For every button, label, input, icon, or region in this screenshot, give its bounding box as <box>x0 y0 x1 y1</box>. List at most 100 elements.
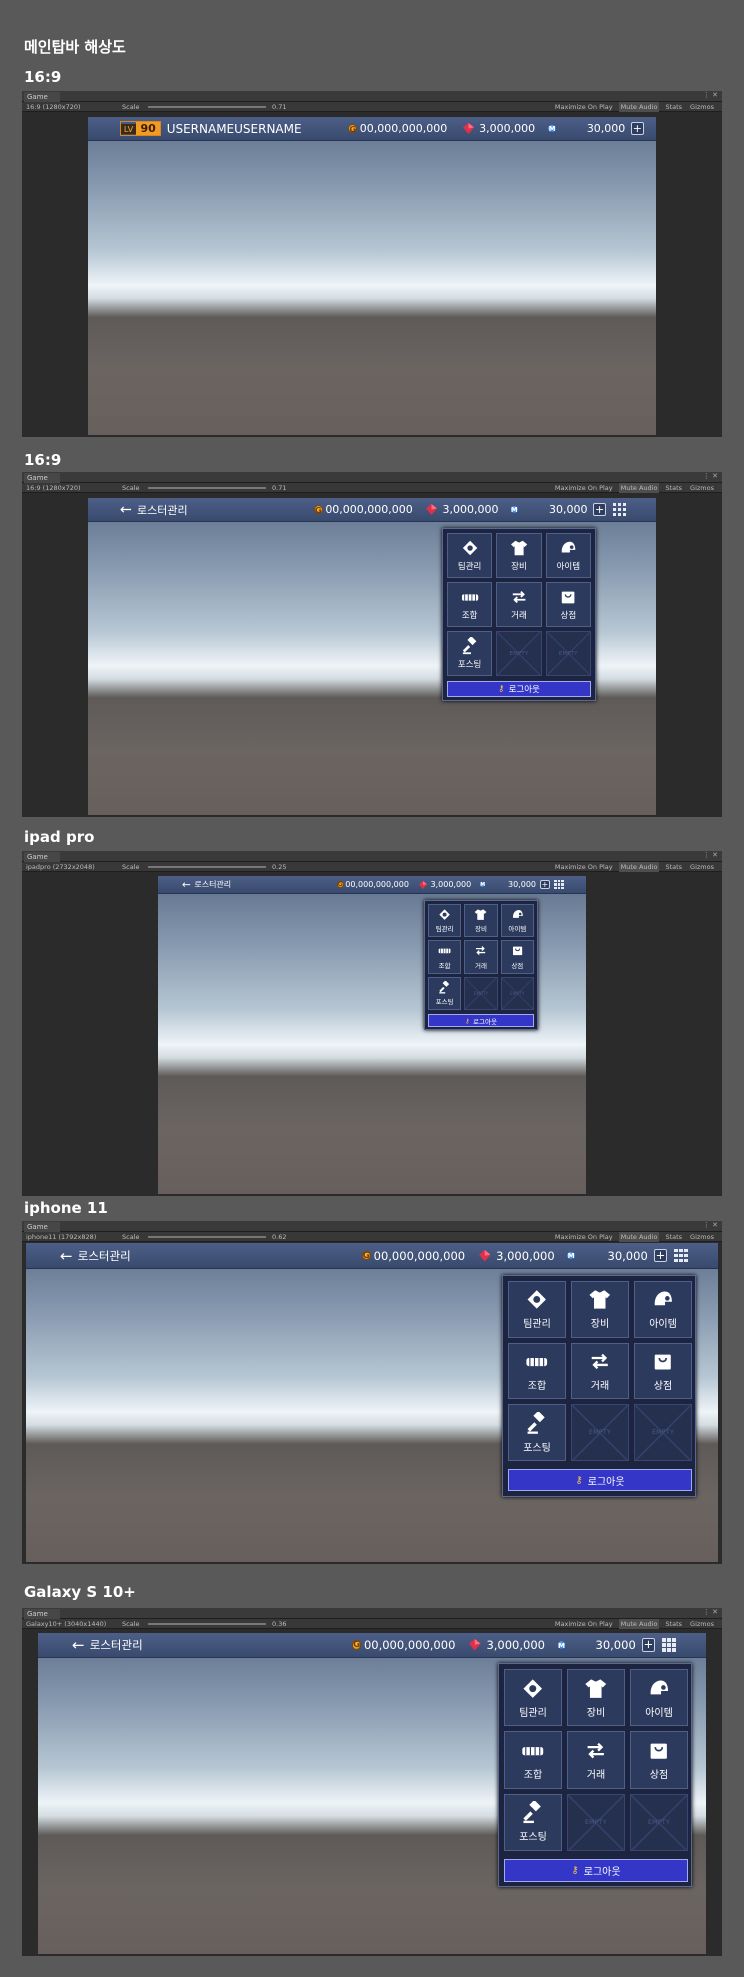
menu-item-button[interactable]: 아이템 <box>630 1669 688 1727</box>
mute-audio-toggle[interactable]: Mute Audio <box>618 1619 660 1629</box>
window-controls-icon[interactable]: ⋮ ✕ <box>703 1221 718 1229</box>
add-currency-button[interactable]: + <box>540 879 550 890</box>
stats-toggle[interactable]: Stats <box>663 1619 684 1629</box>
menu-trade-button[interactable]: 거래 <box>496 582 542 627</box>
back-button[interactable]: ← 로스터관리 <box>120 502 188 518</box>
game-tab[interactable]: Game <box>24 1609 60 1619</box>
menu-popup: 팀관리 장비 아이템 조합 거래 상점 포스팅 EMPTY EMPTY ⚷ 로그아… <box>502 1275 696 1497</box>
trade-arrows-icon <box>512 590 526 604</box>
menu-grid-icon[interactable] <box>674 1248 688 1263</box>
menu-shop-button[interactable]: 상점 <box>545 582 591 627</box>
menu-team-button[interactable]: 팀관리 <box>447 533 493 578</box>
menu-shop-button[interactable]: 상점 <box>630 1731 688 1789</box>
maximize-on-play-toggle[interactable]: Maximize On Play <box>553 102 615 112</box>
menu-trade-button[interactable]: 거래 <box>464 940 498 974</box>
add-currency-button[interactable]: + <box>593 502 607 517</box>
menu-posting-button[interactable]: 포스팅 <box>447 631 493 676</box>
menu-grid-icon[interactable] <box>662 1638 676 1652</box>
menu-team-button[interactable]: 팀관리 <box>504 1669 562 1727</box>
menu-posting-button[interactable]: 포스팅 <box>504 1793 562 1851</box>
menu-equipment-button[interactable]: 장비 <box>571 1281 629 1338</box>
menu-combine-button[interactable]: 조합 <box>508 1342 566 1400</box>
game-tab[interactable]: Game <box>24 92 60 102</box>
window-controls-icon[interactable]: ⋮ ✕ <box>703 851 718 859</box>
scale-slider[interactable] <box>148 106 266 108</box>
maximize-on-play-toggle[interactable]: Maximize On Play <box>553 483 615 493</box>
menu-equipment-button[interactable]: 장비 <box>567 1669 625 1727</box>
stats-toggle[interactable]: Stats <box>663 1232 684 1242</box>
gizmos-dropdown[interactable]: Gizmos <box>688 1619 716 1629</box>
gizmos-dropdown[interactable]: Gizmos <box>688 483 716 493</box>
menu-grid-icon[interactable] <box>554 879 564 890</box>
maximize-on-play-toggle[interactable]: Maximize On Play <box>553 1232 615 1242</box>
menu-item-button[interactable]: 아이템 <box>500 904 534 938</box>
menu-combine-button[interactable]: 조합 <box>447 582 493 627</box>
game-viewport: ← 로스터관리 G 00,000,000,000 3,000,000 M 30,000… <box>88 498 656 815</box>
menu-posting-button[interactable]: 포스팅 <box>428 976 462 1010</box>
mute-audio-toggle[interactable]: Mute Audio <box>618 483 660 493</box>
menu-posting-button[interactable]: 포스팅 <box>508 1404 566 1461</box>
add-currency-button[interactable]: + <box>630 121 644 136</box>
scale-value: 0.71 <box>272 103 287 111</box>
mute-audio-toggle[interactable]: Mute Audio <box>618 102 660 112</box>
menu-empty-slot: EMPTY <box>496 631 542 676</box>
trade-arrows-icon <box>587 1742 605 1759</box>
menu-equipment-button[interactable]: 장비 <box>496 533 542 578</box>
main-topbar: ← 로스터관리 G 00,000,000,000 3,000,000 M 30,000… <box>158 876 586 894</box>
menu-combine-button[interactable]: 조합 <box>428 940 462 974</box>
mute-audio-toggle[interactable]: Mute Audio <box>618 1232 660 1242</box>
scale-slider[interactable] <box>148 487 266 489</box>
game-tab[interactable]: Game <box>24 1222 60 1232</box>
ruby-gem-icon <box>469 1639 481 1651</box>
resolution-select[interactable]: ipadpro (2732x2048) <box>26 862 95 872</box>
mileage-counter: M 30,000 <box>548 122 626 135</box>
menu-empty-slot: EMPTY <box>545 631 591 676</box>
logout-button[interactable]: ⚷ 로그아웃 <box>508 1469 692 1491</box>
maximize-on-play-toggle[interactable]: Maximize On Play <box>553 862 615 872</box>
back-button[interactable]: ← 로스터관리 <box>72 1636 143 1654</box>
scale-slider[interactable] <box>148 1623 266 1625</box>
menu-combine-button[interactable]: 조합 <box>504 1731 562 1789</box>
window-controls-icon[interactable]: ⋮ ✕ <box>703 1608 718 1616</box>
menu-equipment-button[interactable]: 장비 <box>464 904 498 938</box>
menu-shop-button[interactable]: 상점 <box>634 1342 692 1400</box>
menu-trade-button[interactable]: 거래 <box>567 1731 625 1789</box>
logout-button[interactable]: ⚷ 로그아웃 <box>504 1859 688 1882</box>
menu-shop-button[interactable]: 상점 <box>500 940 534 974</box>
back-button[interactable]: ← 로스터관리 <box>60 1247 131 1265</box>
logout-button[interactable]: ⚷ 로그아웃 <box>447 681 591 697</box>
stats-toggle[interactable]: Stats <box>663 102 684 112</box>
section-title: 16:9 <box>24 451 62 469</box>
menu-grid-icon[interactable] <box>612 502 626 517</box>
menu-trade-button[interactable]: 거래 <box>571 1342 629 1400</box>
menu-team-button[interactable]: 팀관리 <box>428 904 462 938</box>
stats-toggle[interactable]: Stats <box>663 862 684 872</box>
game-viewport: ← 로스터관리 G 00,000,000,000 3,000,000 M 30,000… <box>38 1633 706 1954</box>
back-button[interactable]: ← 로스터관리 <box>182 879 231 891</box>
gizmos-dropdown[interactable]: Gizmos <box>688 102 716 112</box>
resolution-select[interactable]: 16:9 (1280x720) <box>26 483 81 493</box>
resolution-select[interactable]: Galaxy10+ (3040x1440) <box>26 1619 106 1629</box>
maximize-on-play-toggle[interactable]: Maximize On Play <box>553 1619 615 1629</box>
resolution-select[interactable]: iphone11 (1792x828) <box>26 1232 96 1242</box>
logout-button[interactable]: ⚷ 로그아웃 <box>428 1014 534 1027</box>
window-controls-icon[interactable]: ⋮ ✕ <box>703 472 718 480</box>
resolution-select[interactable]: 16:9 (1280x720) <box>26 102 81 112</box>
add-currency-button[interactable]: + <box>641 1638 656 1652</box>
gizmos-dropdown[interactable]: Gizmos <box>688 1232 716 1242</box>
menu-team-button[interactable]: 팀관리 <box>508 1281 566 1338</box>
uniform-shirt-icon <box>589 1290 611 1310</box>
stats-toggle[interactable]: Stats <box>663 483 684 493</box>
game-tab[interactable]: Game <box>24 473 60 483</box>
gizmos-dropdown[interactable]: Gizmos <box>688 862 716 872</box>
resource-bar: G 00,000,000,000 3,000,000 M 30,000 + <box>330 879 564 890</box>
scale-slider[interactable] <box>148 866 266 868</box>
scale-slider[interactable] <box>148 1236 266 1238</box>
game-tab[interactable]: Game <box>24 852 60 862</box>
add-currency-button[interactable]: + <box>653 1248 668 1263</box>
mute-audio-toggle[interactable]: Mute Audio <box>618 862 660 872</box>
menu-item-button[interactable]: 아이템 <box>545 533 591 578</box>
menu-item-button[interactable]: 아이템 <box>634 1281 692 1338</box>
main-topbar: ← 로스터관리 G 00,000,000,000 3,000,000 M 30,000… <box>38 1633 706 1658</box>
window-controls-icon[interactable]: ⋮ ✕ <box>703 91 718 99</box>
